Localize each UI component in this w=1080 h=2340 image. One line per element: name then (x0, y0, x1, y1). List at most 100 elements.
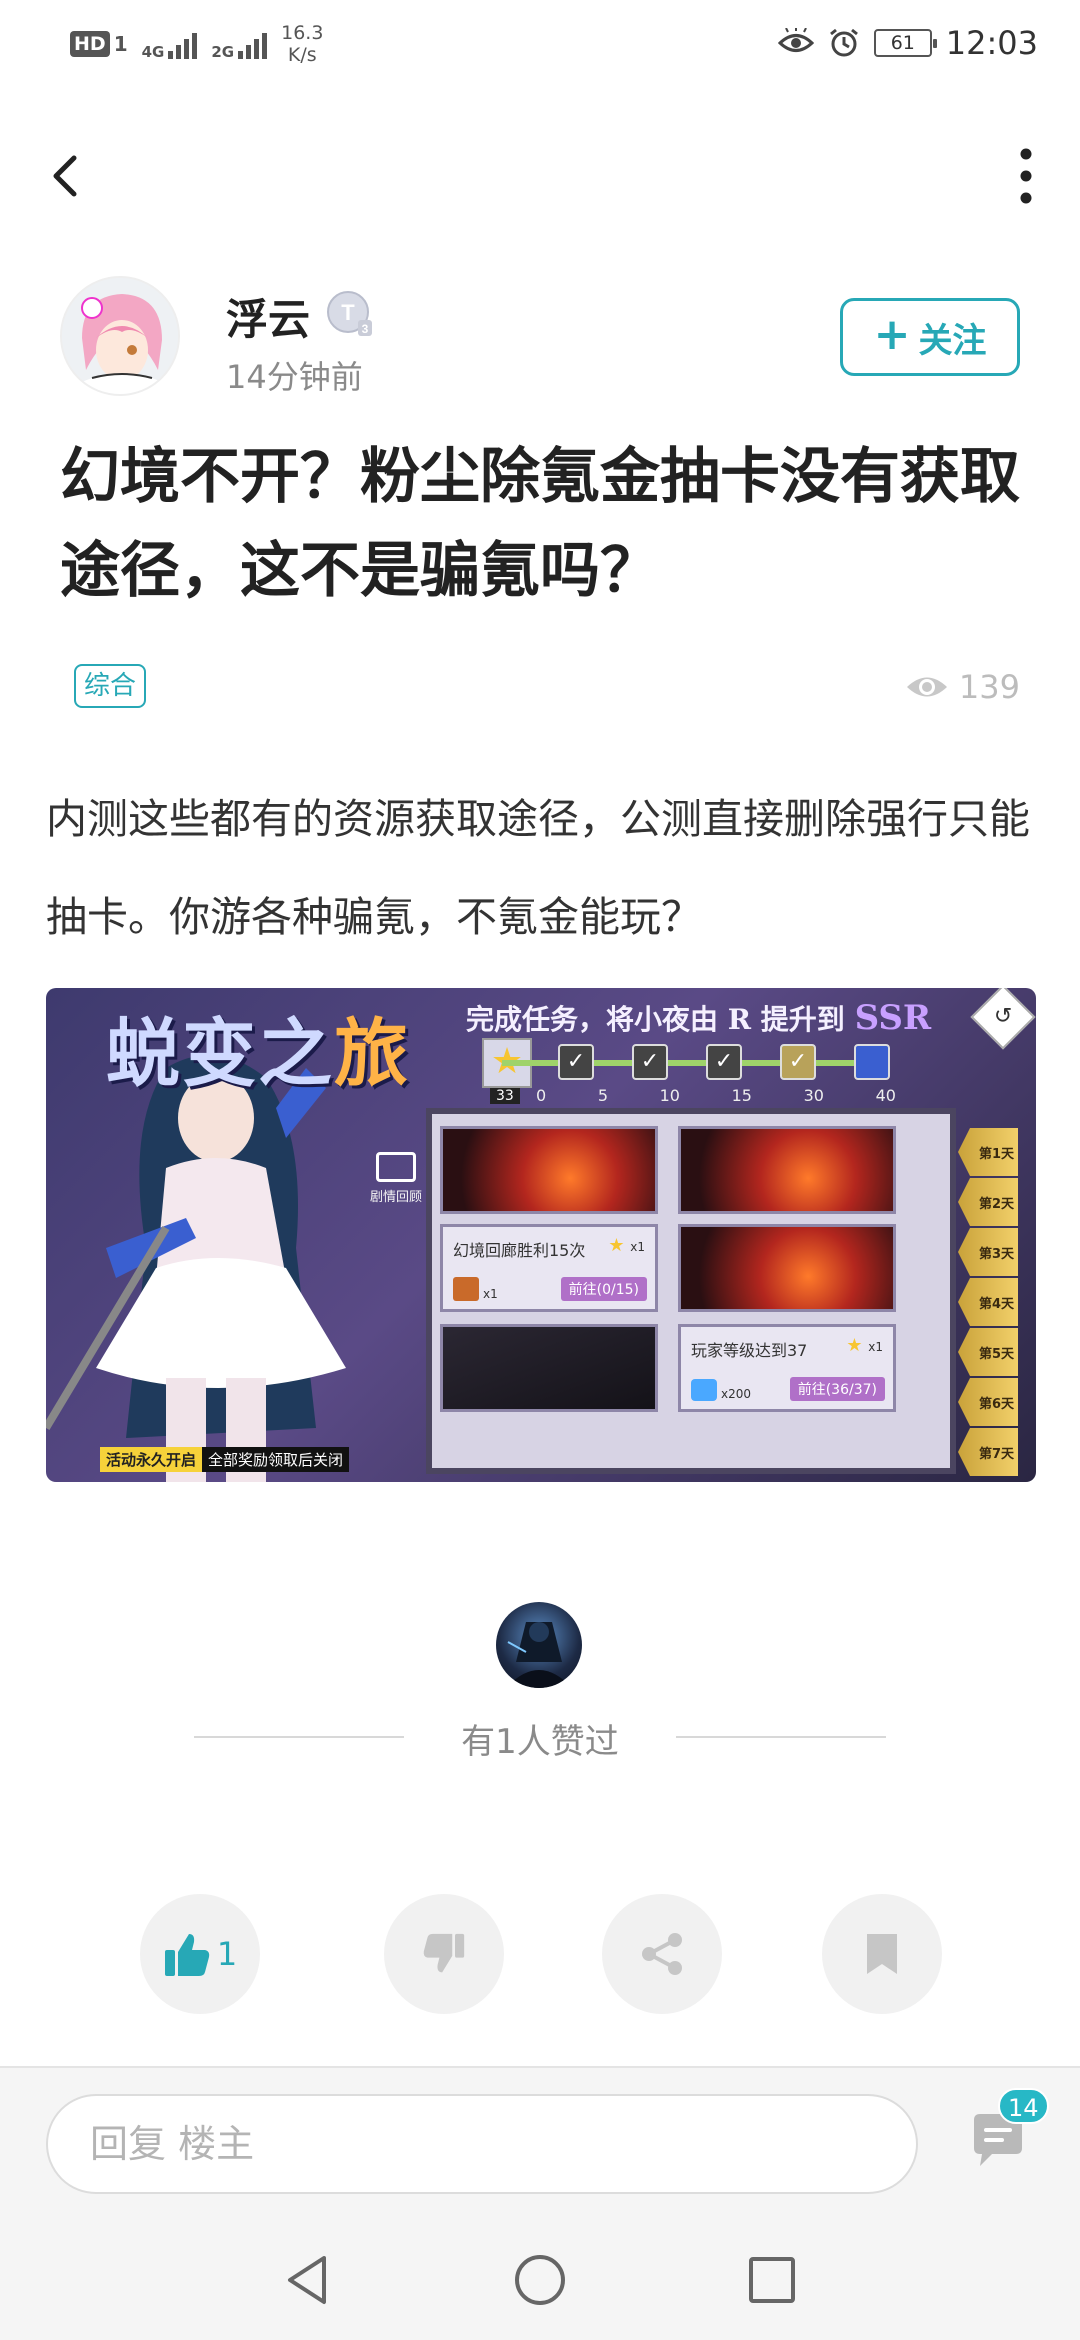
chest-icon (453, 1277, 479, 1301)
tick: 40 (875, 1086, 896, 1105)
level-number: 3 (362, 322, 369, 336)
story-replay: 剧情回顾 (368, 1152, 424, 1208)
character-illustration (46, 1055, 346, 1482)
status-left: HD 1 4G 2G 16.3 K/s (70, 22, 323, 66)
alarm-icon (829, 28, 858, 57)
network-speed: 16.3 K/s (281, 22, 323, 66)
mission-a: 完成任务，将小夜由 (466, 1003, 719, 1036)
nav-back-icon[interactable] (278, 2250, 338, 2310)
tick: 15 (731, 1086, 752, 1105)
view-count: 139 (905, 668, 1020, 706)
task-cell-fire (678, 1126, 896, 1214)
sim1-label: 1 (113, 32, 128, 56)
nav-home-icon[interactable] (510, 2250, 570, 2310)
like-button[interactable]: 1 (140, 1894, 260, 2014)
check-icon: ✓ (706, 1044, 742, 1080)
bookmark-icon (867, 1934, 897, 1974)
speed-value: 16.3 (281, 22, 324, 44)
tick: 5 (597, 1086, 608, 1105)
task-cell-fire (678, 1224, 896, 1312)
reply-input[interactable]: 回复 楼主 (46, 2094, 918, 2194)
event-title-a: 蜕变之 (106, 1011, 334, 1097)
mission-ssr: SSR (854, 998, 932, 1038)
follow-button[interactable]: + 关注 (840, 298, 1020, 376)
task-cell-fire (440, 1126, 658, 1214)
share-button[interactable] (602, 1894, 722, 2014)
signal-1: 4G (141, 29, 198, 61)
status-bar: HD 1 4G 2G 16.3 K/s 61 12:03 (0, 0, 1080, 92)
level-badge-icon: T 3 (327, 291, 372, 336)
more-options-button[interactable] (1008, 140, 1044, 212)
system-navigation-bar (0, 2216, 1080, 2340)
back-button[interactable] (40, 140, 92, 212)
event-banner: 活动永久开启 全部奖励领取后关闭 (100, 1447, 350, 1472)
network-type-1: 4G (141, 43, 165, 61)
eye-icon (906, 677, 947, 697)
bookmark-button[interactable] (822, 1894, 942, 2014)
dislike-button[interactable] (384, 1894, 504, 2014)
plus-icon: + (873, 309, 911, 360)
day-item: 第3天 (958, 1228, 1018, 1276)
author-name[interactable]: 浮云 (226, 286, 310, 347)
event-banner-a: 活动永久开启 (100, 1447, 203, 1472)
day-list: 第1天 第2天 第3天 第4天 第5天 第6天 第7天 (958, 1128, 1018, 1478)
tick: 0 (536, 1086, 547, 1105)
progress-track: ✓ ✓ ✓ ✓ (482, 1040, 902, 1084)
day-item: 第4天 (958, 1278, 1018, 1326)
task-board: 幻境回廊胜利15次 ★ x1 x1 前往(0/15) 玩家等级达到37 ★ x1… (426, 1108, 956, 1474)
star-icon: ★ x1 (846, 1335, 883, 1356)
gem-icon (691, 1379, 717, 1401)
day-item: 第7天 (958, 1428, 1018, 1476)
post-time: 14分钟前 (226, 358, 363, 396)
divider (676, 1736, 886, 1738)
mission-text: 完成任务，将小夜由 R 提升到 SSR (466, 998, 931, 1038)
day-item: 第5天 (958, 1328, 1018, 1376)
level-letter: T (341, 300, 355, 325)
task2-qty: x1 (868, 1340, 883, 1354)
progress-badge: 33 (490, 1088, 520, 1104)
post-image[interactable]: 蜕变之旅 完成任务，将小夜由 R 提升到 SSR ★ 33 ✓ ✓ ✓ ✓ 0 … (46, 988, 1036, 1482)
category-tag[interactable]: 综合 (74, 664, 147, 708)
event-banner-b: 全部奖励领取后关闭 (202, 1447, 350, 1472)
progress-ticks: 0 5 10 15 30 40 (536, 1086, 896, 1105)
tick: 30 (803, 1086, 824, 1105)
replay-label: 剧情回顾 (369, 1190, 422, 1205)
day-item: 第1天 (958, 1128, 1018, 1176)
eye-comfort-icon (777, 28, 814, 52)
more-vertical-icon (1020, 148, 1032, 204)
task-cell-dark (440, 1324, 658, 1412)
liker-avatar[interactable] (496, 1602, 582, 1688)
author-avatar[interactable] (60, 276, 180, 396)
event-title-b: 旅 (334, 1011, 410, 1097)
day-item: 第2天 (958, 1178, 1018, 1226)
clock: 12:03 (945, 24, 1038, 62)
camera-icon (376, 1152, 416, 1182)
follow-label: 关注 (918, 320, 987, 361)
task1-go: 前往(0/15) (560, 1277, 647, 1301)
likes-summary[interactable]: 有1人赞过 (0, 1714, 1080, 1763)
return-icon: ↺ (970, 988, 1036, 1050)
task2-go: 前往(36/37) (789, 1377, 885, 1401)
signal-bars-2-icon (238, 29, 268, 59)
check-icon: ✓ (632, 1044, 668, 1080)
status-right: 61 12:03 (777, 24, 1038, 62)
thumbs-down-icon (423, 1933, 465, 1973)
thumbs-up-icon (164, 1934, 209, 1976)
battery-level: 61 (890, 32, 915, 54)
comment-count-badge: 14 (998, 2088, 1049, 2124)
signal-2: 2G (211, 29, 268, 60)
day-item: 第6天 (958, 1378, 1018, 1426)
view-count-value: 139 (958, 668, 1020, 706)
battery-icon: 61 (873, 29, 937, 57)
share-icon (642, 1933, 682, 1975)
check-icon: ✓ (780, 1044, 816, 1080)
task-cell: 幻境回廊胜利15次 ★ x1 x1 前往(0/15) (440, 1224, 658, 1312)
tick: 10 (659, 1086, 680, 1105)
nav-recents-icon[interactable] (742, 2250, 802, 2310)
like-count: 1 (216, 1935, 238, 1973)
hd-indicator: HD (70, 31, 110, 57)
post-title: 幻境不开？粉尘除氪金抽卡没有获取途径，这不是骗氪吗？ (60, 442, 1020, 606)
liker-avatar-image (506, 1622, 572, 1688)
character-node-icon (854, 1044, 890, 1080)
event-title: 蜕变之旅 (106, 994, 410, 1101)
